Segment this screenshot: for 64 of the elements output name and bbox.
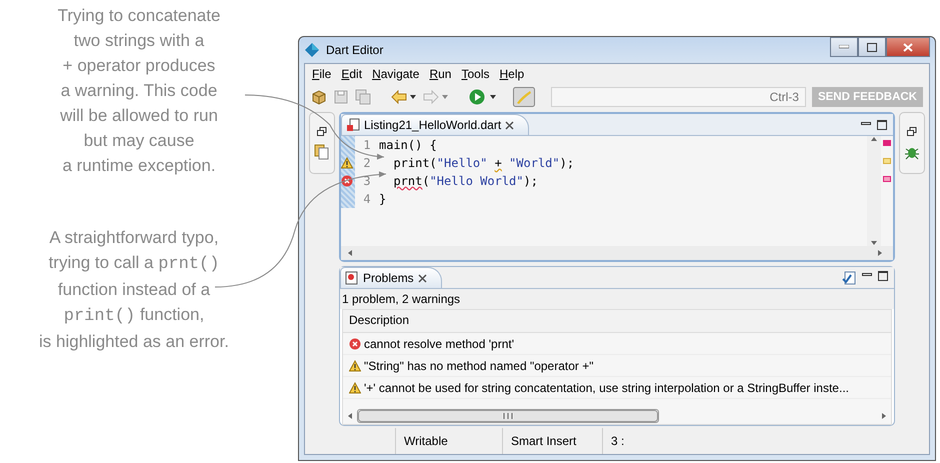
close-button[interactable] bbox=[886, 37, 930, 57]
quick-access-field[interactable]: Ctrl-3 bbox=[551, 86, 806, 106]
vertical-scrollbar[interactable] bbox=[867, 136, 881, 246]
close-tab-icon[interactable] bbox=[418, 274, 427, 282]
warning-icon bbox=[349, 360, 361, 372]
problem-text[interactable]: "String" has no method named "operator +" bbox=[364, 358, 594, 372]
package-icon[interactable] bbox=[311, 88, 327, 104]
files-icon[interactable] bbox=[314, 144, 330, 160]
editor-tab[interactable]: Listing21_HelloWorld.dart bbox=[341, 114, 530, 135]
horizontal-scrollbar[interactable] bbox=[341, 246, 893, 260]
minimize-icon bbox=[839, 45, 849, 49]
scroll-left-icon[interactable] bbox=[347, 250, 353, 256]
menu-item[interactable]: Run bbox=[424, 66, 456, 80]
callout-text: A straightforward typo, trying to call a prnt() function instead of a print() function, is highlighted as an error. bbox=[38, 227, 230, 353]
menu-item[interactable]: Navigate bbox=[367, 66, 424, 80]
restore-icon[interactable] bbox=[317, 127, 327, 136]
window-title: Dart Editor bbox=[326, 43, 384, 57]
status-field: Writable bbox=[395, 428, 502, 454]
menu-item[interactable]: Edit bbox=[336, 66, 368, 80]
problems-icon bbox=[345, 271, 359, 285]
close-icon bbox=[903, 42, 913, 52]
back-arrow-icon[interactable] bbox=[391, 90, 417, 104]
line-number: 4 bbox=[362, 191, 372, 208]
problem-text[interactable]: '+' cannot be used for string concatentation, use string interpolation or a StringBuffer inste... bbox=[364, 380, 849, 394]
code-line: main() { bbox=[379, 137, 438, 154]
menu-item[interactable]: File bbox=[307, 66, 336, 80]
status-field: Smart Insert bbox=[502, 428, 602, 454]
error-overview-marker bbox=[883, 140, 891, 146]
error-overview-marker bbox=[883, 176, 891, 182]
maximize-icon[interactable] bbox=[878, 270, 888, 280]
menu-item[interactable]: Help bbox=[494, 66, 530, 80]
minimize-button[interactable] bbox=[830, 37, 858, 57]
menu-item[interactable]: Tools bbox=[456, 66, 494, 80]
close-tab-icon[interactable] bbox=[505, 120, 514, 130]
warning-marker-icon bbox=[341, 157, 353, 169]
scroll-thumb[interactable] bbox=[357, 409, 659, 423]
line-number: 2 bbox=[362, 155, 372, 172]
column-header[interactable]: Description bbox=[343, 310, 891, 333]
code-line: prnt("Hello World"); bbox=[392, 173, 539, 190]
maximize-icon[interactable] bbox=[877, 120, 887, 130]
forward-arrow-icon[interactable] bbox=[423, 90, 449, 104]
brush-icon[interactable] bbox=[513, 86, 535, 106]
filter-icon[interactable] bbox=[842, 270, 856, 284]
problems-summary: 1 problem, 2 warnings bbox=[340, 289, 894, 309]
run-icon[interactable] bbox=[469, 88, 497, 104]
scroll-right-icon[interactable] bbox=[881, 413, 887, 419]
maximize-icon bbox=[867, 42, 877, 52]
error-icon bbox=[349, 338, 361, 350]
warning-icon bbox=[349, 382, 361, 394]
scroll-left-icon[interactable] bbox=[347, 413, 353, 419]
line-number: 1 bbox=[362, 137, 372, 154]
warning-overview-marker bbox=[883, 158, 891, 164]
maximize-button[interactable] bbox=[858, 37, 886, 57]
app-logo-icon bbox=[304, 42, 320, 58]
restore-icon[interactable] bbox=[907, 127, 917, 136]
problems-tab[interactable]: Problems bbox=[340, 267, 442, 288]
scroll-right-icon[interactable] bbox=[877, 250, 883, 256]
code-line: print("Hello" + "World"); bbox=[392, 155, 576, 172]
status-field: 3 : bbox=[602, 428, 632, 454]
dart-file-error-icon bbox=[346, 118, 360, 132]
problem-text[interactable]: cannot resolve method 'prnt' bbox=[364, 336, 514, 350]
line-number: 3 bbox=[362, 173, 372, 190]
callout-text: Trying to concatenate two strings with a + operator produces a warning. This code will be allowed to run but may cause a runtime exception. bbox=[56, 5, 222, 177]
code-line: } bbox=[379, 191, 388, 208]
